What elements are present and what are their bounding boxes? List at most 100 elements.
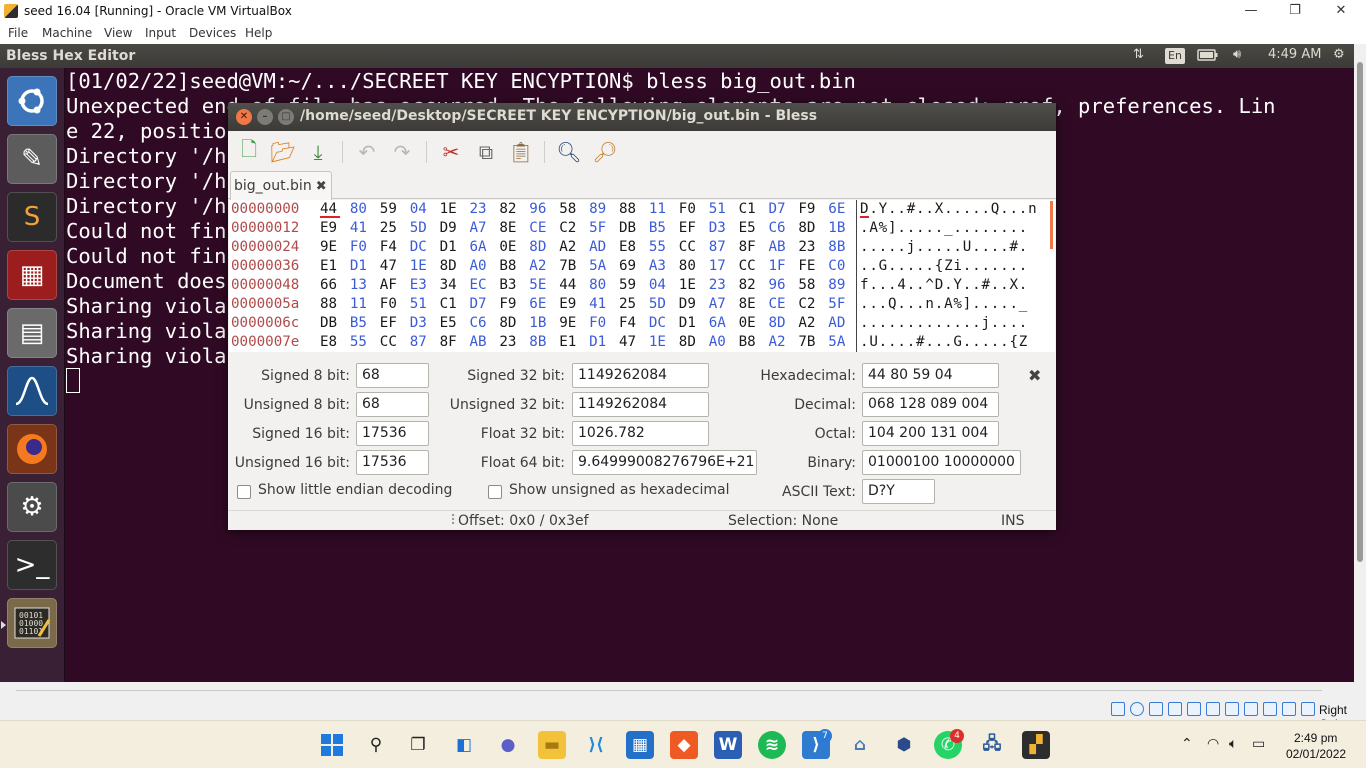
hex-byte[interactable]: DB [320, 314, 337, 333]
network-manager-icon[interactable]: 🖧︎ [978, 731, 1006, 759]
hex-byte[interactable]: E8 [320, 333, 337, 352]
hex-byte[interactable]: D1 [679, 314, 696, 333]
redo-icon[interactable]: ↷ [389, 139, 415, 165]
virtualbox-taskbar-icon[interactable]: ⬢ [890, 731, 918, 759]
hex-byte[interactable]: 58 [559, 200, 576, 219]
hex-byte[interactable]: C1 [739, 200, 756, 219]
file-manager-icon[interactable]: ▤ [7, 308, 57, 358]
hex-byte[interactable]: 1E [440, 200, 457, 219]
ascii-column[interactable]: D.Y..#..X.....Q...n [860, 200, 1038, 219]
system-settings-icon[interactable]: ⚙ [7, 482, 57, 532]
menu-input[interactable]: Input [145, 26, 176, 40]
hex-byte[interactable]: 87 [709, 238, 726, 257]
hex-byte[interactable]: CC [739, 257, 756, 276]
hex-byte[interactable]: F9 [499, 295, 516, 314]
hex-byte[interactable]: 41 [589, 295, 606, 314]
audio-icon[interactable] [1149, 702, 1163, 716]
sublime-text-icon[interactable]: S [7, 192, 57, 242]
hex-byte[interactable]: 51 [709, 200, 726, 219]
hex-byte[interactable]: A3 [649, 257, 666, 276]
file-explorer-icon[interactable]: ▬ [538, 731, 566, 759]
hex-byte[interactable]: 23 [798, 238, 815, 257]
hex-byte[interactable]: C2 [559, 219, 576, 238]
hex-byte[interactable]: A7 [709, 295, 726, 314]
hex-byte[interactable]: 11 [649, 200, 666, 219]
insert-mode-status[interactable]: INS [1001, 513, 1025, 529]
new-file-icon[interactable]: 🗋 [236, 137, 262, 165]
menu-devices[interactable]: Devices [189, 26, 236, 40]
hex-byte[interactable]: F0 [679, 200, 696, 219]
hex-byte[interactable]: D3 [410, 314, 427, 333]
bless-titlebar[interactable]: ✕ – □ /home/seed/Desktop/SECREET KEY ENC… [228, 103, 1056, 131]
hex-byte[interactable]: DB [619, 219, 636, 238]
hex-byte[interactable]: 88 [619, 200, 636, 219]
hex-byte[interactable]: AD [589, 238, 606, 257]
unsigned-16-field[interactable]: 17536 [356, 450, 429, 475]
hex-byte[interactable]: CC [679, 238, 696, 257]
hex-byte[interactable]: 82 [499, 200, 516, 219]
hex-byte[interactable]: 6A [709, 314, 726, 333]
hex-byte[interactable]: 55 [350, 333, 367, 352]
remote-connection-icon[interactable]: ⌂ [846, 731, 874, 759]
binary-field[interactable]: 01000100 10000000 01011001 00000100 [862, 450, 1021, 475]
copy-icon[interactable]: ⧉ [473, 139, 499, 165]
task-view-icon[interactable]: ❐ [404, 731, 432, 759]
hex-byte[interactable]: 8F [739, 238, 756, 257]
paste-icon[interactable]: 📋︎ [508, 139, 534, 165]
hex-byte[interactable]: 80 [589, 276, 606, 295]
hex-byte[interactable]: E5 [739, 219, 756, 238]
hex-byte[interactable]: B8 [499, 257, 516, 276]
word-icon[interactable]: W [714, 731, 742, 759]
hex-byte[interactable]: D1 [350, 257, 367, 276]
hex-byte[interactable]: 80 [350, 200, 367, 219]
offset-status[interactable]: Offset: 0x0 / 0x3ef [458, 513, 589, 529]
hex-byte[interactable]: B3 [499, 276, 516, 295]
harddisk-icon[interactable] [1111, 702, 1125, 716]
bless-hex-editor-icon[interactable]: 00101 01000 01101 [7, 598, 57, 648]
hex-byte[interactable]: 8E [739, 295, 756, 314]
hex-byte[interactable]: 8E [499, 219, 516, 238]
signed-8-field[interactable]: 68 [356, 363, 429, 388]
hex-byte[interactable]: 8D [440, 257, 457, 276]
hex-byte[interactable]: 1B [529, 314, 546, 333]
ascii-column[interactable]: ..G.....{Zi....... [860, 257, 1028, 276]
network-icon[interactable] [1168, 702, 1182, 716]
hex-byte[interactable]: AD [828, 314, 845, 333]
hex-byte[interactable]: 23 [499, 333, 516, 352]
hex-byte[interactable]: D3 [709, 219, 726, 238]
hex-byte[interactable]: 8D [798, 219, 815, 238]
little-endian-label[interactable]: Show little endian decoding [258, 482, 452, 498]
hex-byte[interactable]: F9 [798, 200, 815, 219]
signed-16-field[interactable]: 17536 [356, 421, 429, 446]
hex-byte[interactable]: 58 [798, 276, 815, 295]
hex-byte[interactable]: C0 [828, 257, 845, 276]
tab-big-out-bin[interactable]: big_out.bin ✖ [230, 171, 332, 200]
remote-desktop-icon[interactable]: ▦ [7, 250, 57, 300]
unsigned-32-field[interactable]: 1149262084 [572, 392, 709, 417]
hex-byte[interactable]: 1B [828, 219, 845, 238]
taskbar-time[interactable]: 2:49 pm [1294, 731, 1337, 745]
find-replace-icon[interactable]: 🔎︎ [592, 139, 618, 165]
hex-byte[interactable]: E1 [559, 333, 576, 352]
ascii-column[interactable]: .............j.... [860, 314, 1028, 333]
hex-view[interactable]: 00000000 44 80 59 04 1E 23 82 96 58 89 88 11 F0 51 C1 D7… [229, 200, 1055, 352]
ascii-column[interactable]: .....j.....U....#. [860, 238, 1028, 257]
menu-machine[interactable]: Machine [42, 26, 92, 40]
hex-byte[interactable]: C2 [798, 295, 815, 314]
hex-byte[interactable]: 8D [679, 333, 696, 352]
hex-byte[interactable]: 6E [529, 295, 546, 314]
unsigned-8-field[interactable]: 68 [356, 392, 429, 417]
display-icon[interactable] [1225, 702, 1239, 716]
hex-byte[interactable]: 8F [440, 333, 457, 352]
hex-byte[interactable]: 5F [589, 219, 606, 238]
hex-byte[interactable]: 55 [649, 238, 666, 257]
hex-byte[interactable]: 1F [769, 257, 786, 276]
hex-byte[interactable]: 47 [619, 333, 636, 352]
hex-byte[interactable]: 96 [769, 276, 786, 295]
battery-tray-icon[interactable]: ▭ [1252, 736, 1265, 752]
hex-byte[interactable]: F0 [589, 314, 606, 333]
float-32-field[interactable]: 1026.782 [572, 421, 709, 446]
hex-byte[interactable]: A2 [529, 257, 546, 276]
spotify-icon[interactable]: ≋ [758, 731, 786, 759]
hex-byte[interactable]: 82 [739, 276, 756, 295]
